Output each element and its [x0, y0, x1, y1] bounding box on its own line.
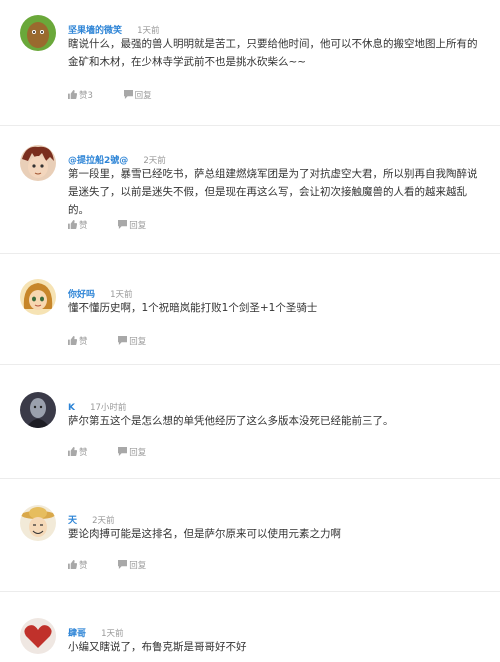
divider: [0, 478, 500, 479]
speech-bubble-icon: [118, 560, 128, 569]
comment-meta: 肆哥 1天前: [68, 621, 124, 639]
comment-text: 第一段里，暴雪已经吃书，萨总组建燃烧军团是为了对抗虚空大君，所以别再自我陶醉说是…: [68, 168, 478, 216]
reply-button[interactable]: 回复: [118, 219, 146, 231]
avatar[interactable]: [20, 505, 56, 541]
like-button[interactable]: 赞: [68, 559, 88, 571]
divider: [0, 364, 500, 365]
avatar[interactable]: [20, 15, 56, 51]
reply-label: 回复: [129, 337, 147, 347]
comment-meta: 坚果墙的微笑 1天前: [68, 18, 160, 36]
reply-button[interactable]: 回复: [118, 446, 146, 458]
comment-meta: K 17小时前: [68, 395, 126, 413]
comment-actions: 赞 回复: [68, 559, 174, 573]
avatar[interactable]: [20, 392, 56, 428]
reply-label: 回复: [134, 91, 152, 101]
like-button[interactable]: 赞: [68, 335, 88, 347]
avatar[interactable]: [20, 279, 56, 315]
cartoon-girl-avatar-icon: [20, 279, 56, 315]
speech-bubble-icon: [118, 336, 128, 345]
divider: [0, 125, 500, 126]
avatar[interactable]: [20, 618, 56, 654]
speech-bubble-icon: [118, 447, 128, 456]
like-label: 赞3: [79, 91, 93, 101]
like-button[interactable]: 赞: [68, 219, 88, 231]
comment-actions: 赞 回复: [68, 335, 174, 349]
anime-face-avatar-icon: [20, 145, 56, 181]
like-label: 赞: [79, 337, 88, 347]
thumbs-up-icon: [68, 336, 78, 345]
like-button[interactable]: 赞3: [68, 89, 93, 101]
comment-actions: 赞 回复: [68, 219, 174, 233]
avatar[interactable]: [20, 145, 56, 181]
heart-avatar-icon: [20, 618, 56, 654]
comment-meta: 天 2天前: [68, 508, 115, 526]
thumbs-up-icon: [68, 90, 78, 99]
like-label: 赞: [79, 561, 88, 571]
reply-button[interactable]: 回复: [118, 335, 146, 347]
like-button[interactable]: 赞: [68, 446, 88, 458]
speech-bubble-icon: [123, 90, 133, 99]
comment-meta: @提拉船2號@ 2天前: [68, 148, 166, 166]
comment-list: 坚果墙的微笑 1天前 瞎说什么，最强的兽人明明就是苦工，只要给他时间，他可以不休…: [0, 0, 500, 662]
comment-meta: 你好吗 1天前: [68, 282, 133, 300]
divider: [0, 253, 500, 254]
reply-button[interactable]: 回复: [123, 89, 152, 101]
dark-figure-avatar-icon: [20, 392, 56, 428]
comment-text: 萨尔第五这个是怎么想的单凭他经历了这么多版本没死已经能前三了。: [68, 415, 394, 427]
reply-button[interactable]: 回复: [118, 559, 146, 571]
thumbs-up-icon: [68, 447, 78, 456]
comment-actions: 赞 回复: [68, 446, 174, 460]
comment-text: 瞎说什么，最强的兽人明明就是苦工，只要给他时间，他可以不休息的搬空地图上所有的金…: [68, 38, 478, 68]
like-label: 赞: [79, 448, 88, 458]
reply-label: 回复: [129, 221, 147, 231]
comment-text: 懂不懂历史啊，1个祝暗岚能打败1个剑圣+1个圣骑士: [68, 302, 318, 314]
thumbs-up-icon: [68, 560, 78, 569]
speech-bubble-icon: [118, 220, 128, 229]
like-label: 赞: [79, 221, 88, 231]
comment-actions: 赞3 回复: [68, 89, 180, 103]
straw-hat-avatar-icon: [20, 505, 56, 541]
comment-text: 要论肉搏可能是这排名，但是萨尔原来可以使用元素之力啊: [68, 528, 341, 540]
thumbs-up-icon: [68, 220, 78, 229]
reply-label: 回复: [129, 448, 147, 458]
divider: [0, 591, 500, 592]
reply-label: 回复: [129, 561, 147, 571]
comment-text: 小编又瞎说了，布鲁克斯是哥哥好不好: [68, 641, 247, 653]
wallnut-avatar-icon: [20, 15, 56, 51]
